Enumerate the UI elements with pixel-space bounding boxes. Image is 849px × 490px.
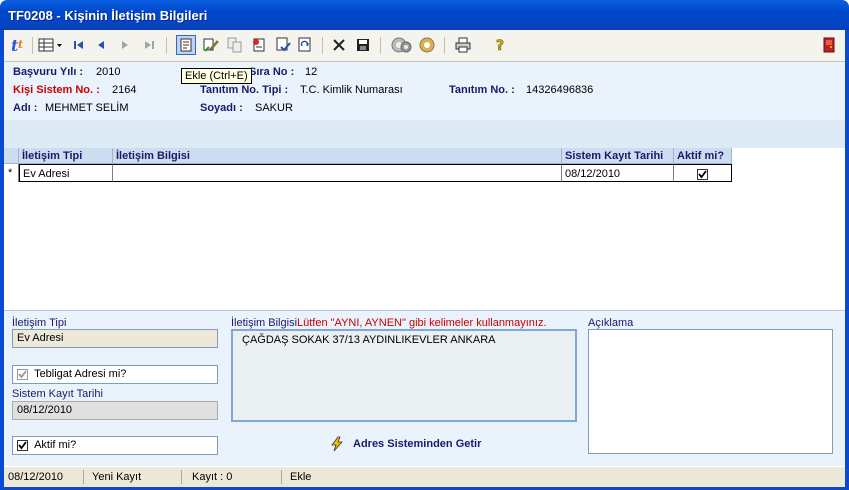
help-icon[interactable]: ?	[492, 36, 510, 54]
adres-button-label: Adres Sisteminden Getir	[353, 438, 482, 450]
next-record-icon[interactable]	[116, 36, 134, 54]
column-header-tarih[interactable]: Sistem Kayıt Tarihi	[562, 148, 674, 164]
tanitim-no-value: 14326496836	[526, 84, 594, 96]
grid-row-header	[4, 148, 19, 164]
prev-record-icon[interactable]	[92, 36, 110, 54]
table-cell-tip[interactable]: Ev Adresi	[19, 164, 113, 182]
status-bar: 08/12/2010 Yeni Kayıt Kayıt : 0 Ekle	[4, 466, 845, 487]
sistem-kayit-label: Sistem Kayıt Tarihi	[12, 388, 103, 400]
row-marker: *	[4, 164, 19, 182]
warning-text: Lütfen "AYNI, AYNEN" gibi kelimeler kull…	[297, 317, 547, 329]
iletisim-tipi-field[interactable]: Ev Adresi	[12, 329, 218, 348]
status-action: Ekle	[290, 471, 312, 483]
exit-icon[interactable]	[820, 36, 838, 54]
iletisim-bilgisi-field[interactable]: ÇAĞDAŞ SOKAK 37/13 AYDINLIKEVLER ANKARA	[231, 329, 577, 422]
window-frame-right	[845, 30, 849, 490]
table-cell-aktif[interactable]	[674, 164, 732, 182]
first-record-icon[interactable]	[70, 36, 88, 54]
svg-text:t: t	[18, 38, 23, 51]
header-panel: Başvuru Yılı : 2010 Sıra No : 12 Kişi Si…	[4, 62, 845, 120]
gear-icon[interactable]	[390, 36, 412, 54]
tooltip: Ekle (Ctrl+E)	[181, 68, 252, 84]
add-record-icon[interactable]	[176, 35, 196, 55]
soyadi-label: Soyadı :	[200, 102, 243, 114]
toolbar-separator	[322, 37, 323, 54]
detail-form: İletişim Tipi Ev Adresi Tebligat Adresi …	[4, 310, 845, 467]
aktif-checkbox[interactable]	[17, 439, 28, 451]
tebligat-label: Tebligat Adresi mi?	[34, 368, 127, 380]
check-record-icon[interactable]	[274, 36, 292, 54]
toolbar-separator	[380, 37, 381, 54]
adres-sisteminden-getir-button[interactable]: Adres Sisteminden Getir	[329, 435, 481, 453]
delete-icon[interactable]	[330, 36, 348, 54]
toolbar-separator	[444, 37, 445, 54]
iletisim-tipi-label: İletişim Tipi	[12, 317, 67, 329]
column-header-aktif[interactable]: Aktif mi?	[674, 148, 732, 164]
gear-icon-2[interactable]	[418, 36, 436, 54]
copy-record-icon[interactable]	[226, 36, 244, 54]
edit-record-icon[interactable]	[202, 36, 220, 54]
column-header-tip[interactable]: İletişim Tipi	[19, 148, 113, 164]
soyadi-value: SAKUR	[255, 102, 293, 114]
sira-no-value: 12	[305, 66, 318, 78]
save-icon[interactable]	[354, 36, 372, 54]
app-logo-icon: tt	[10, 36, 28, 54]
status-mode: Yeni Kayıt	[86, 470, 182, 484]
insert-record-icon[interactable]	[250, 36, 268, 54]
print-icon[interactable]	[454, 36, 472, 54]
refresh-icon[interactable]	[296, 36, 314, 54]
tanitim-no-tipi-label: Tanıtım No. Tipi :	[200, 84, 289, 96]
title-bar: TF0208 - Kişinin İletişim Bilgileri	[0, 0, 849, 30]
kisi-sistem-no-label: Kişi Sistem No. :	[13, 84, 100, 96]
aktif-checkbox-row[interactable]: Aktif mi?	[12, 436, 218, 455]
contacts-grid[interactable]: İletişim Tipi İletişim Bilgisi Sistem Ka…	[4, 148, 845, 310]
basvuru-yili-label: Başvuru Yılı :	[13, 66, 84, 78]
toolbar-separator	[32, 37, 33, 54]
last-record-icon[interactable]	[140, 36, 158, 54]
kisi-sistem-no-value: 2164	[112, 84, 137, 96]
sira-no-label: Sıra No :	[249, 66, 295, 78]
aciklama-field[interactable]	[588, 329, 833, 454]
status-date: 08/12/2010	[4, 470, 84, 484]
column-header-bilgi[interactable]: İletişim Bilgisi	[113, 148, 562, 164]
adi-value: MEHMET SELİM	[45, 102, 129, 114]
table-cell-tarih[interactable]: 08/12/2010	[562, 164, 674, 182]
tanitim-no-label: Tanıtım No. :	[449, 84, 515, 96]
window-title: TF0208 - Kişinin İletişim Bilgileri	[8, 8, 208, 23]
tanitim-no-tipi-value: T.C. Kimlik Numarası	[300, 84, 403, 96]
svg-text:?: ?	[496, 38, 504, 53]
iletisim-bilgisi-label: İletişim Bilgisi	[231, 317, 298, 329]
status-kayit: Kayıt : 0	[186, 470, 282, 484]
sistem-kayit-field: 08/12/2010	[12, 401, 218, 420]
filter-band	[4, 120, 845, 148]
aktif-cell-checkbox[interactable]	[697, 168, 708, 180]
lightning-icon	[329, 436, 345, 452]
toolbar-separator	[166, 37, 167, 54]
main-window: TF0208 - Kişinin İletişim Bilgileri tt ?…	[0, 0, 849, 490]
grid-view-icon[interactable]	[38, 36, 64, 54]
toolbar: tt ?	[4, 30, 845, 62]
aktif-label: Aktif mi?	[34, 439, 77, 451]
aciklama-label: Açıklama	[588, 317, 634, 329]
table-cell-bilgi[interactable]	[113, 164, 562, 182]
adi-label: Adı :	[13, 102, 38, 114]
tebligat-checkbox-row[interactable]: Tebligat Adresi mi?	[12, 365, 218, 384]
tebligat-checkbox[interactable]	[17, 368, 28, 380]
basvuru-yili-value: 2010	[96, 66, 121, 78]
